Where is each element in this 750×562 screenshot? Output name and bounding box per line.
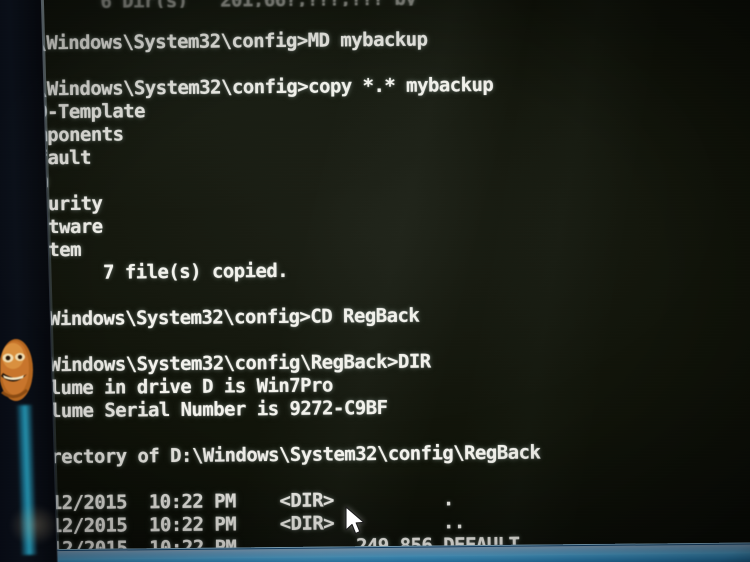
orange-face-icon[interactable] (0, 332, 36, 410)
monitor-screen: 6 Dir(s) 201,66?,???,??? by D:\Windows\S… (0, 0, 750, 562)
command-prompt-console[interactable]: 6 Dir(s) 201,66?,???,??? by D:\Windows\S… (13, 0, 750, 562)
mouse-arrow-cursor (345, 506, 365, 535)
bezel-warm-reflection (10, 505, 58, 545)
monitor-photograph: 6 Dir(s) 201,66?,???,??? by D:\Windows\S… (0, 0, 750, 562)
